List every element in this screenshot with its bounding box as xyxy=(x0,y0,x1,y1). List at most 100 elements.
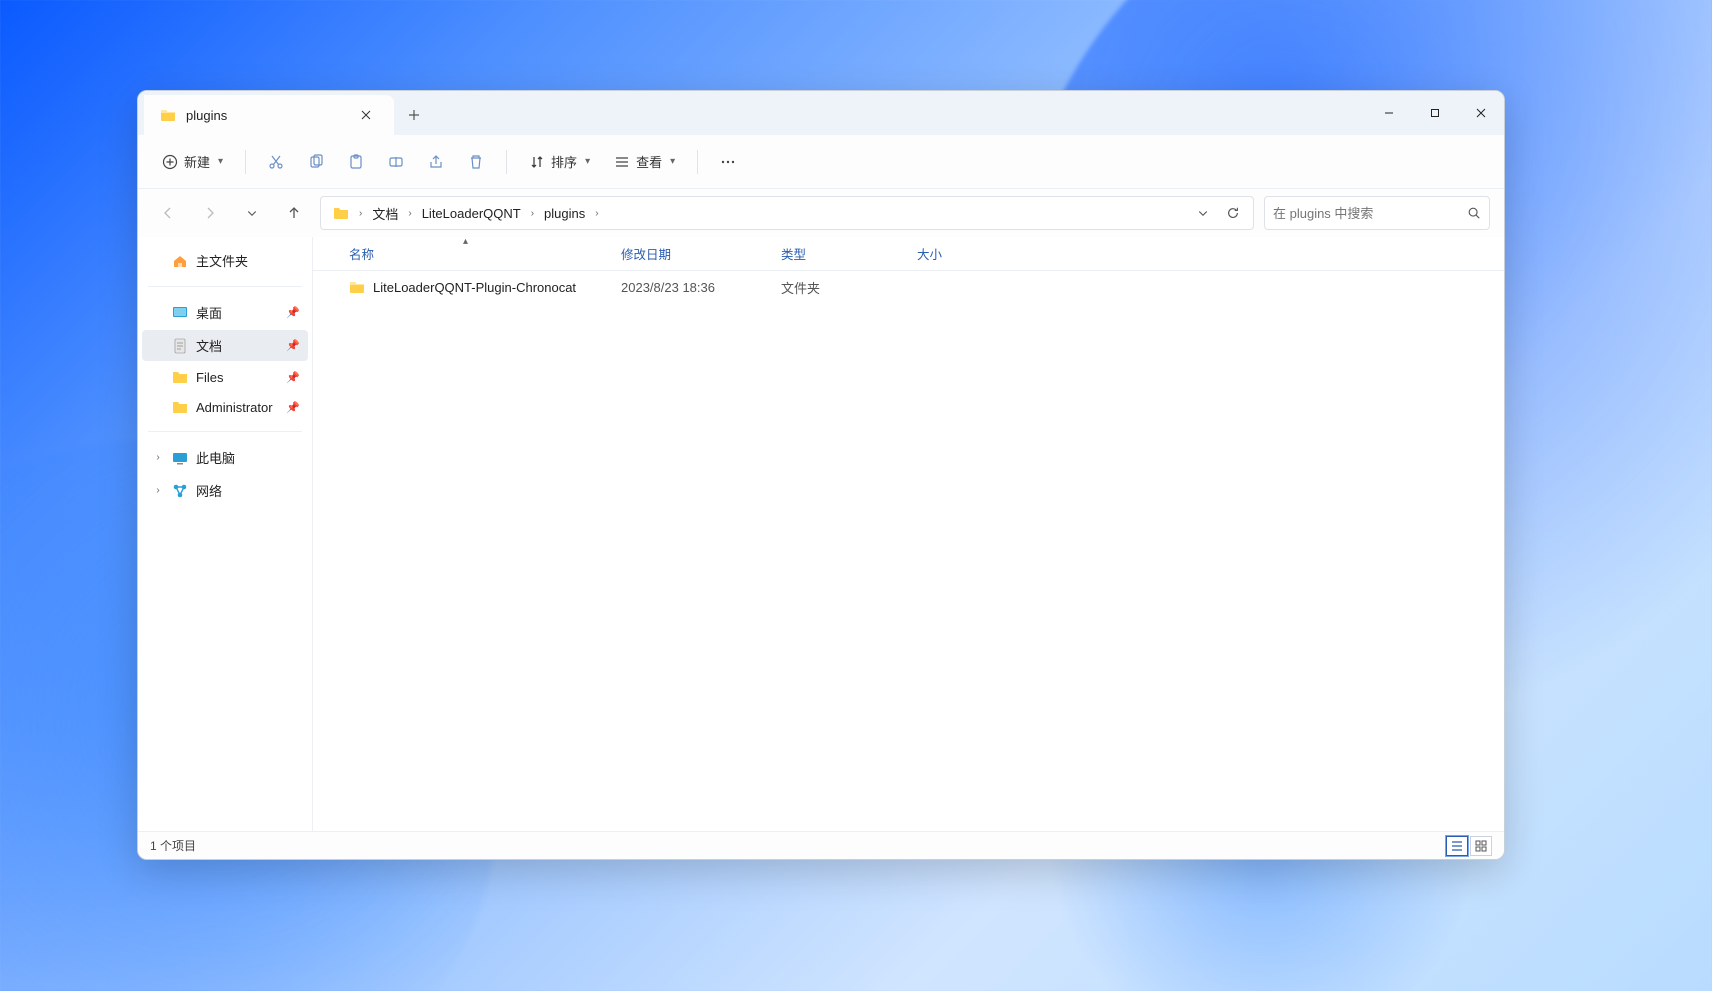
tab-close-button[interactable] xyxy=(352,101,380,129)
cell-type: 文件夹 xyxy=(773,278,909,297)
pin-icon: 📌 xyxy=(286,371,300,384)
separator xyxy=(148,431,302,432)
rename-button[interactable] xyxy=(378,144,414,180)
nav-recent-button[interactable] xyxy=(236,197,268,229)
status-count: 1 个项目 xyxy=(150,837,196,854)
folder-icon xyxy=(349,279,365,295)
delete-icon xyxy=(468,154,484,170)
chevron-right-icon[interactable]: › xyxy=(593,208,600,219)
sort-indicator-icon: ▴ xyxy=(463,236,468,247)
new-icon xyxy=(162,154,178,170)
delete-button[interactable] xyxy=(458,144,494,180)
sidebar-desktop[interactable]: › 桌面 📌 xyxy=(142,297,308,328)
pin-icon: 📌 xyxy=(286,339,300,352)
rename-icon xyxy=(388,154,404,170)
body: › 主文件夹 › 桌面 📌 › 文档 📌 xyxy=(138,237,1504,831)
breadcrumb-documents[interactable]: 文档 xyxy=(366,200,404,227)
search-box[interactable] xyxy=(1264,196,1490,230)
titlebar-drag-area[interactable] xyxy=(434,91,1366,135)
nav-up-button[interactable] xyxy=(278,197,310,229)
folder-icon xyxy=(160,107,176,123)
sort-button[interactable]: 排序 ▾ xyxy=(519,144,600,180)
cut-button[interactable] xyxy=(258,144,294,180)
column-label: 大小 xyxy=(917,244,942,263)
new-tab-button[interactable] xyxy=(394,95,434,135)
toolbar: 新建 ▾ xyxy=(138,135,1504,189)
sort-label: 排序 xyxy=(551,152,577,171)
separator xyxy=(245,150,246,174)
refresh-button[interactable] xyxy=(1219,199,1247,227)
window-controls xyxy=(1366,91,1504,135)
home-icon xyxy=(172,253,188,269)
column-header-size[interactable]: 大小 xyxy=(909,244,1009,263)
separator xyxy=(697,150,698,174)
view-thumbnails-button[interactable] xyxy=(1470,836,1492,856)
separator xyxy=(506,150,507,174)
sidebar-item-label: Administrator xyxy=(196,400,273,415)
file-row[interactable]: LiteLoaderQQNT-Plugin-Chronocat 2023/8/2… xyxy=(313,271,1504,303)
sidebar-network[interactable]: › 网络 xyxy=(142,475,308,506)
chevron-down-icon: ▾ xyxy=(670,156,675,167)
pc-icon xyxy=(172,450,188,466)
separator xyxy=(148,286,302,287)
expander-icon[interactable]: › xyxy=(152,485,164,496)
documents-icon xyxy=(172,338,188,354)
sidebar-item-label: Files xyxy=(196,370,223,385)
new-button[interactable]: 新建 ▾ xyxy=(152,144,233,180)
tab-title: plugins xyxy=(186,108,342,123)
share-button[interactable] xyxy=(418,144,454,180)
sidebar-thispc[interactable]: › 此电脑 xyxy=(142,442,308,473)
folder-icon xyxy=(172,399,188,415)
chevron-right-icon[interactable]: › xyxy=(529,208,536,219)
pin-icon: 📌 xyxy=(286,306,300,319)
column-label: 名称 xyxy=(349,244,374,263)
copy-icon xyxy=(308,154,324,170)
folder-icon xyxy=(172,369,188,385)
more-button[interactable] xyxy=(710,144,746,180)
column-label: 类型 xyxy=(781,244,806,263)
column-header-type[interactable]: 类型 xyxy=(773,244,909,263)
view-label: 查看 xyxy=(636,152,662,171)
chevron-right-icon[interactable]: › xyxy=(357,208,364,219)
close-button[interactable] xyxy=(1458,91,1504,135)
sidebar-item-label: 此电脑 xyxy=(196,448,235,467)
paste-icon xyxy=(348,154,364,170)
expander-icon[interactable]: › xyxy=(152,452,164,463)
sidebar-files[interactable]: › Files 📌 xyxy=(142,363,308,391)
nav-back-button[interactable] xyxy=(152,197,184,229)
column-label: 修改日期 xyxy=(621,244,671,263)
breadcrumb-root[interactable] xyxy=(327,201,355,225)
file-name: LiteLoaderQQNT-Plugin-Chronocat xyxy=(373,280,576,295)
pin-icon: 📌 xyxy=(286,401,300,414)
sort-icon xyxy=(529,154,545,170)
copy-button[interactable] xyxy=(298,144,334,180)
chevron-down-icon: ▾ xyxy=(585,156,590,167)
cut-icon xyxy=(268,154,284,170)
sidebar-admin[interactable]: › Administrator 📌 xyxy=(142,393,308,421)
sidebar-documents[interactable]: › 文档 📌 xyxy=(142,330,308,361)
statusbar: 1 个项目 xyxy=(138,831,1504,859)
minimize-button[interactable] xyxy=(1366,91,1412,135)
sidebar-item-label: 主文件夹 xyxy=(196,251,248,270)
column-header-name[interactable]: 名称 xyxy=(341,244,613,263)
nav-forward-button[interactable] xyxy=(194,197,226,229)
new-label: 新建 xyxy=(184,152,210,171)
chevron-down-icon: ▾ xyxy=(218,156,223,167)
column-header-date[interactable]: 修改日期 xyxy=(613,244,773,263)
chevron-right-icon[interactable]: › xyxy=(406,208,413,219)
titlebar: plugins xyxy=(138,91,1504,135)
file-list: LiteLoaderQQNT-Plugin-Chronocat 2023/8/2… xyxy=(313,271,1504,831)
breadcrumb-liteloaderqqnt[interactable]: LiteLoaderQQNT xyxy=(416,202,527,225)
breadcrumb-dropdown[interactable] xyxy=(1189,199,1217,227)
sidebar-home[interactable]: › 主文件夹 xyxy=(142,245,308,276)
breadcrumb[interactable]: › 文档 › LiteLoaderQQNT › plugins › xyxy=(320,196,1254,230)
search-input[interactable] xyxy=(1273,206,1467,221)
network-icon xyxy=(172,483,188,499)
breadcrumb-plugins[interactable]: plugins xyxy=(538,202,591,225)
tab-plugins[interactable]: plugins xyxy=(144,95,394,135)
paste-button[interactable] xyxy=(338,144,374,180)
view-button[interactable]: 查看 ▾ xyxy=(604,144,685,180)
share-icon xyxy=(428,154,444,170)
view-details-button[interactable] xyxy=(1446,836,1468,856)
maximize-button[interactable] xyxy=(1412,91,1458,135)
